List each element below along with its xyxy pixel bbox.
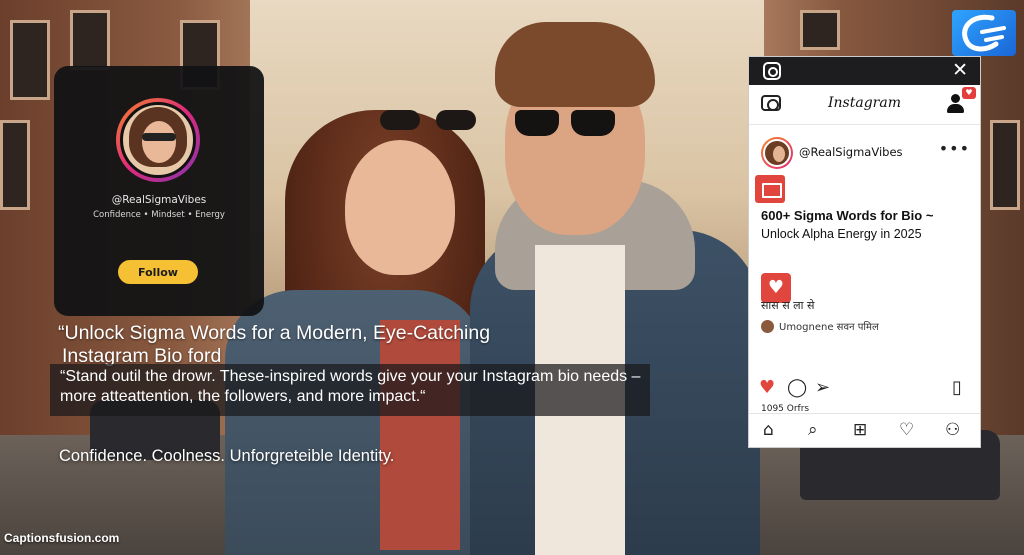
profile-card: @RealSigmaVibes Confidence • Mindset • E… — [54, 66, 264, 316]
notification-heart-icon[interactable]: ♥ — [962, 87, 976, 99]
image-icon — [755, 175, 785, 203]
search-icon[interactable]: ⌕ — [808, 420, 818, 440]
like-heart-icon[interactable]: ♥ — [759, 377, 775, 399]
avatar — [116, 98, 200, 182]
site-url[interactable]: Captionsfusion.com — [4, 531, 119, 545]
close-icon[interactable]: ✕ — [952, 59, 968, 81]
headline-line-1: “Unlock Sigma Words for a Modern, Eye-Ca… — [58, 322, 491, 344]
slogan-text: Confidence. Coolness. Unforgreteible Ide… — [59, 447, 395, 465]
activity-heart-icon[interactable]: ♡ — [899, 420, 914, 440]
comment-icon[interactable]: ◯ — [787, 377, 807, 399]
more-options-icon[interactable]: ••• — [939, 139, 970, 158]
add-post-icon[interactable]: ⊞ — [853, 420, 867, 440]
post-actions: ♥ ◯ ➢ ▯ — [749, 377, 980, 401]
share-icon[interactable]: ➢ — [815, 377, 830, 399]
instagram-header: Instagram ♥ — [749, 85, 980, 125]
post-title: 600+ Sigma Words for Bio ~ — [761, 208, 934, 223]
comment-avatar — [761, 319, 774, 333]
post-handle[interactable]: @RealSigmaVibes — [799, 145, 903, 159]
instagram-phone-mockup: ✕ Instagram ♥ @RealSigmaVibes ••• 600+ S… — [748, 56, 981, 448]
headline: “Unlock Sigma Words for a Modern, Eye-Ca… — [58, 322, 490, 368]
phone-top-bar: ✕ — [749, 57, 980, 85]
follow-button[interactable]: Follow — [118, 260, 198, 284]
quote-text: “Stand outil the drowr. These-inspired w… — [60, 368, 641, 405]
post-subtitle: Unlock Alpha Energy in 2025 — [761, 227, 922, 241]
post-avatar[interactable] — [761, 137, 793, 169]
profile-handle: @RealSigmaVibes — [111, 194, 207, 206]
profile-nav-icon[interactable]: ⚇ — [945, 420, 960, 440]
likes-count: 1095 Orfrs — [761, 404, 810, 412]
comment-text: Umognene सवन पमिल — [779, 322, 879, 333]
post-caption: सास स ला से — [761, 299, 815, 312]
instagram-icon — [763, 62, 781, 80]
post-header: @RealSigmaVibes ••• — [749, 135, 980, 171]
sunglasses-icon — [380, 110, 476, 132]
home-icon[interactable]: ⌂ — [763, 420, 774, 440]
sunglasses-icon — [515, 110, 615, 138]
profile-tagline: Confidence • Mindset • Energy — [93, 210, 225, 220]
comment-row: Umognene सवन पमिल — [761, 319, 879, 333]
bottom-nav: ⌂ ⌕ ⊞ ♡ ⚇ — [749, 413, 980, 447]
site-logo — [952, 10, 1016, 56]
bookmark-icon[interactable]: ▯ — [952, 377, 962, 399]
